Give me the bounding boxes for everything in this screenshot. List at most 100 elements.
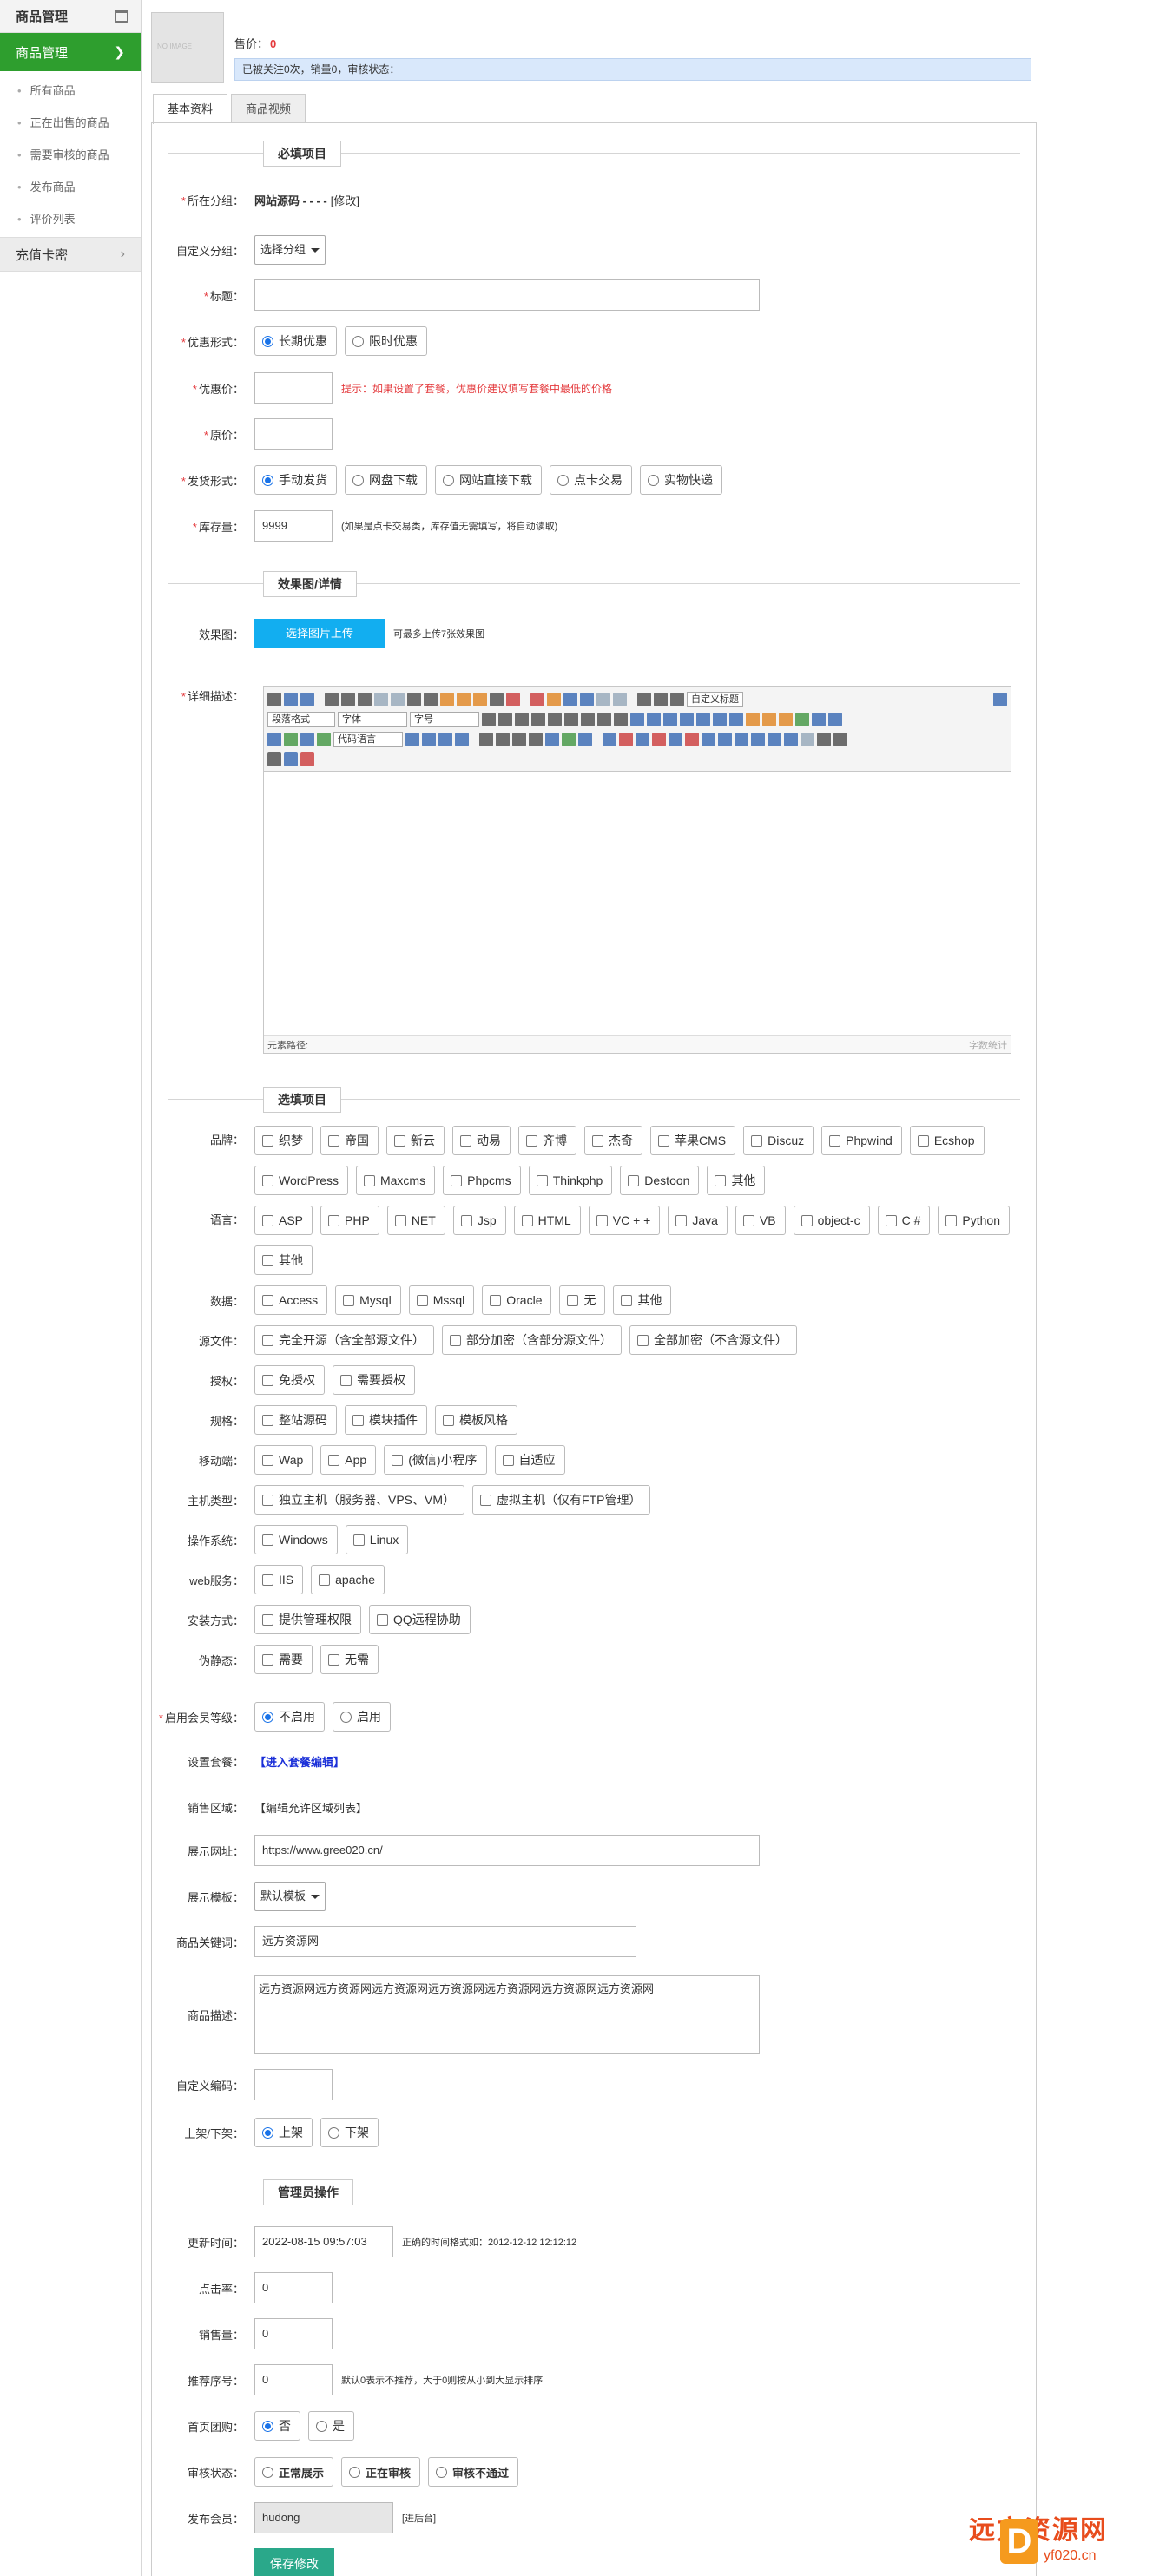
mobile-checkbox[interactable]: Wap: [254, 1445, 313, 1475]
radio-member-off[interactable]: 不启用: [254, 1702, 325, 1732]
license-checkbox[interactable]: 免授权: [254, 1365, 325, 1395]
database-checkbox[interactable]: 无: [559, 1285, 606, 1315]
checkbox-box[interactable]: [262, 1374, 273, 1386]
checkbox-box[interactable]: [885, 1214, 897, 1226]
html-icon[interactable]: [267, 693, 281, 706]
rewrite-checkbox[interactable]: 需要: [254, 1645, 313, 1674]
format-brush-icon[interactable]: [457, 693, 471, 706]
region-edit-link[interactable]: 【编辑允许区域列表】: [254, 1799, 367, 1816]
checkbox-box[interactable]: [443, 1414, 454, 1426]
checkbox-box[interactable]: [328, 1454, 340, 1466]
checkbox-box[interactable]: [262, 1294, 273, 1306]
justify-full-icon[interactable]: [581, 713, 595, 726]
custom-code-input[interactable]: [254, 2069, 333, 2100]
subscript-icon[interactable]: [424, 693, 438, 706]
calendar-icon[interactable]: [115, 10, 128, 23]
time-icon[interactable]: [512, 733, 526, 746]
checkbox-box[interactable]: [262, 1494, 273, 1506]
print-icon[interactable]: [817, 733, 831, 746]
language-checkbox[interactable]: Python: [938, 1206, 1011, 1235]
checkbox-box[interactable]: [340, 1374, 352, 1386]
radio-member-on[interactable]: 启用: [333, 1702, 391, 1732]
direction-rtl-icon[interactable]: [515, 713, 529, 726]
mobile-checkbox[interactable]: (微信)小程序: [384, 1445, 487, 1475]
source-checkbox[interactable]: 完全开源（含全部源文件）: [254, 1325, 434, 1355]
music-icon[interactable]: [828, 713, 842, 726]
radio-direct-download[interactable]: 网站直接下载: [435, 465, 542, 495]
bold-icon[interactable]: [325, 693, 339, 706]
checkbox-box[interactable]: [262, 1454, 273, 1466]
indent-icon[interactable]: [482, 713, 496, 726]
brand-checkbox[interactable]: Phpwind: [821, 1126, 902, 1155]
checkbox-box[interactable]: [521, 1214, 533, 1226]
template-select[interactable]: 默认模板: [254, 1882, 326, 1911]
checkbox-box[interactable]: [262, 1534, 273, 1546]
demo-url-input[interactable]: https://www.gree020.cn/: [254, 1835, 760, 1866]
sidebar-item-publish[interactable]: 发布商品: [0, 171, 141, 203]
insert-col-icon[interactable]: [669, 733, 682, 746]
horizontal-rule-icon[interactable]: [479, 733, 493, 746]
checkbox-box[interactable]: [377, 1613, 388, 1626]
brand-checkbox[interactable]: 其他: [707, 1166, 766, 1195]
checkbox-box[interactable]: [451, 1174, 463, 1186]
split-rows-icon[interactable]: [768, 733, 781, 746]
attachment-icon[interactable]: [267, 733, 281, 746]
insert-row-icon[interactable]: [636, 733, 649, 746]
language-checkbox[interactable]: object-c: [793, 1206, 870, 1235]
checkbox-box[interactable]: [416, 1294, 428, 1306]
checkbox-box[interactable]: [658, 1134, 669, 1147]
spec-checkbox[interactable]: 模块插件: [345, 1405, 427, 1435]
source-code-icon[interactable]: [267, 752, 281, 766]
insert-table-icon[interactable]: [603, 733, 616, 746]
language-checkbox[interactable]: Jsp: [452, 1206, 506, 1235]
delete-row-icon[interactable]: [652, 733, 666, 746]
discount-price-input[interactable]: [254, 372, 333, 404]
brand-checkbox[interactable]: 新云: [386, 1126, 445, 1155]
checkbox-box[interactable]: [352, 1414, 364, 1426]
emotion-icon[interactable]: [779, 713, 793, 726]
auto-format-icon[interactable]: [473, 693, 487, 706]
checkbox-box[interactable]: [490, 1294, 502, 1306]
language-checkbox[interactable]: VB: [735, 1206, 786, 1235]
database-checkbox[interactable]: 其他: [613, 1285, 672, 1315]
language-checkbox[interactable]: Java: [668, 1206, 728, 1235]
custom-group-select[interactable]: 选择分组: [254, 235, 326, 265]
keywords-input[interactable]: 远方资源网: [254, 1926, 636, 1957]
checkbox-box[interactable]: [567, 1294, 579, 1306]
checkbox-box[interactable]: [262, 1653, 273, 1666]
checkbox-box[interactable]: [394, 1214, 406, 1226]
clicks-input[interactable]: 0: [254, 2272, 333, 2303]
rich-text-editor[interactable]: 自定义标题 段落格式 字体 字号 代码语言 元素路径: 字数统计: [263, 686, 1011, 1054]
title-input[interactable]: [254, 279, 760, 311]
map-icon[interactable]: [284, 733, 298, 746]
checkbox-box[interactable]: [343, 1294, 355, 1306]
justify-center-icon[interactable]: [548, 713, 562, 726]
brand-checkbox[interactable]: 织梦: [254, 1126, 313, 1155]
checkbox-box[interactable]: [675, 1214, 688, 1226]
checkbox-box[interactable]: [262, 1174, 273, 1186]
special-char-icon[interactable]: [529, 733, 543, 746]
undo-icon[interactable]: [284, 693, 298, 706]
checkbox-box[interactable]: [751, 1134, 763, 1147]
row-spacing-bottom-icon[interactable]: [654, 693, 668, 706]
checkbox-box[interactable]: [480, 1494, 492, 1506]
paragraph-select[interactable]: 段落格式: [267, 712, 335, 727]
font-select[interactable]: 字体: [338, 712, 407, 727]
sidebar-group-cards[interactable]: 充值卡密 ›: [0, 237, 141, 272]
radio-on-shelf[interactable]: 上架: [254, 2118, 313, 2147]
brand-checkbox[interactable]: 苹果CMS: [650, 1126, 736, 1155]
source-checkbox[interactable]: 全部加密（不含源文件）: [629, 1325, 797, 1355]
checkbox-box[interactable]: [628, 1174, 640, 1186]
package-edit-link[interactable]: 【进入套餐编辑】: [254, 1756, 345, 1769]
database-checkbox[interactable]: Access: [254, 1285, 328, 1315]
checkbox-box[interactable]: [392, 1454, 404, 1466]
database-checkbox[interactable]: Oracle: [482, 1285, 552, 1315]
sidebar-item-review[interactable]: 需要审核的商品: [0, 139, 141, 171]
rewrite-checkbox[interactable]: 无需: [320, 1645, 379, 1674]
multi-image-icon[interactable]: [762, 713, 776, 726]
brand-checkbox[interactable]: Thinkphp: [528, 1166, 613, 1195]
paste-text-icon[interactable]: [506, 693, 520, 706]
iframe-icon[interactable]: [317, 733, 331, 746]
checkbox-box[interactable]: [621, 1294, 633, 1306]
language-checkbox[interactable]: C #: [877, 1206, 931, 1235]
